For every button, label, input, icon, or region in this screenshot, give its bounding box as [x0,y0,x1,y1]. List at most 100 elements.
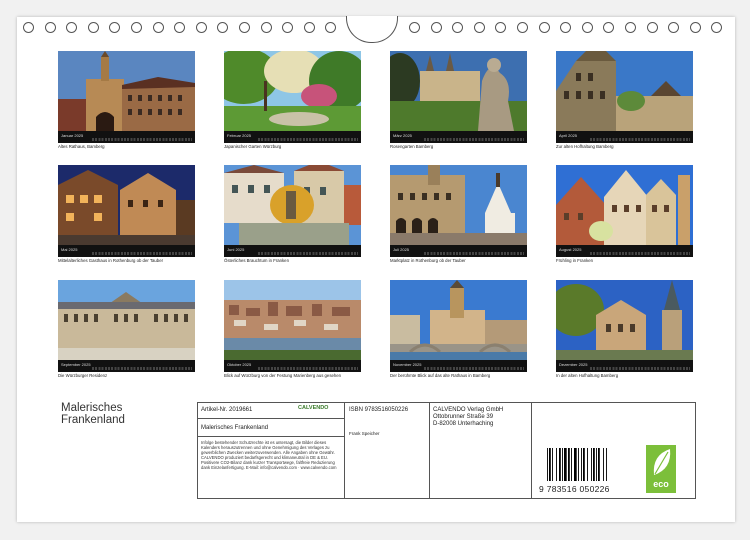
month-caption: Marktplatz in Rothenburg ob der Tauber [390,258,466,263]
binding-hole [325,22,337,33]
publisher-line-1: CALVENDO Verlag GmbH [433,407,504,413]
day-cells [92,367,192,370]
photo-hofhaltung-dezember [556,280,693,360]
legal-disclaimer: Infolge bestehender Schutzrechte ist es … [201,440,337,470]
month-label: Februar 2025 [227,133,252,138]
day-cells [424,252,524,255]
binding-hole [174,22,186,33]
barcode-bar [559,448,561,481]
month-thumbnail[interactable]: März 2025 Rosengarten Bamberg [390,51,527,150]
month-caption: Mittelalterliches Gasthaus in Rothenburg… [58,258,164,263]
month-caption: Rosengarten Bamberg [390,144,434,149]
day-cells [92,138,192,141]
binding-hole [409,22,420,33]
binding-holes-left [23,22,343,36]
photo-altes-rathaus [58,51,195,131]
binding-hole [152,22,164,33]
binding-hole [517,22,528,33]
binding-hole [303,22,315,33]
binding-hole [689,22,701,33]
month-label: Oktober 2025 [227,362,252,367]
barcode-bar [568,448,570,481]
binding-hole [603,22,615,33]
month-caption: Japanischer Garten Würzburg [224,144,282,149]
binding-hole [66,22,78,33]
photo-hofhaltung [556,51,693,131]
barcode-bar [603,448,604,481]
month-strip: Juni 2025 [224,245,361,257]
month-label: September 2025 [61,362,91,367]
month-label: Juni 2025 [227,247,245,252]
barcode-bar [547,448,548,481]
photo-gasthaus-rothenburg [58,165,195,245]
eco-badge: eco [646,445,676,493]
barcode-bar [556,448,557,481]
calendar-back-page: Januar 2025 Altes Rathaus, Bamberg Febru… [17,16,735,522]
photo-fruehling [556,165,693,245]
binding-hole [195,22,207,33]
barcode [547,448,607,481]
month-thumbnail[interactable]: August 2025 Frühling in Franken [556,165,693,264]
binding-hole [473,22,485,33]
month-strip: März 2025 [390,131,527,143]
month-caption: Der berühmte Blick auf das alte Rathaus … [390,373,491,378]
leaf-icon [653,449,671,475]
month-thumbnail[interactable]: November 2025 Der berühmte Blick auf das… [390,280,527,379]
month-thumbnail[interactable]: Dezember 2025 In der alten Hofhaltung Ba… [556,280,693,379]
month-thumbnail[interactable]: Mai 2025 Mittelalterliches Gasthaus in R… [58,165,195,264]
barcode-bar [606,448,607,481]
barcode-bar [571,448,572,481]
binding-hole [23,22,34,33]
month-label: Januar 2025 [61,133,84,138]
binding-hole [452,22,464,33]
binding-hole [646,22,658,33]
month-caption: In der alten Hofhaltung Bamberg [556,373,619,378]
month-thumbnail[interactable]: Juli 2025 Marktplatz in Rothenburg ob de… [390,165,527,264]
binding-hole [495,22,507,33]
month-label: Juli 2025 [393,247,410,252]
divider [198,436,344,437]
divider [429,403,430,498]
month-caption: Zur alten Hofhaltung Bamberg [556,144,614,149]
barcode-bar [552,448,553,481]
photo-japanischer-garten [224,51,361,131]
barcode-bar [583,448,585,481]
divider [344,403,345,498]
publisher-line-3: D-82008 Unterhaching [433,421,494,427]
month-thumbnail[interactable]: Februar 2025 Japanischer Garten Würzburg [224,51,361,150]
month-thumbnail[interactable]: Juni 2025 Österliches Brauchtum in Frank… [224,165,361,264]
calendar-title: Malerisches Frankenland [61,402,125,426]
month-thumbnail[interactable]: Oktober 2025 Blick auf Würzburg von der … [224,280,361,379]
day-cells [258,138,358,141]
calendar-title-line-2: Frankenland [61,414,125,426]
month-strip: August 2025 [556,245,693,257]
photo-osterbrunnen [224,165,361,245]
binding-hole [87,22,99,33]
month-strip: Mai 2025 [58,245,195,257]
binding-hole [668,22,680,33]
binding-hole [44,22,56,33]
photo-residenz [58,280,195,360]
publisher-line-2: Ottobrunner Straße 39 [433,414,494,420]
divider [531,403,532,498]
month-label: Mai 2025 [61,247,78,252]
article-number: Artikel-Nr. 2019661 [201,407,253,413]
month-label: April 2025 [559,133,578,138]
day-cells [258,252,358,255]
barcode-bar [581,448,582,481]
binding-hole [260,22,272,33]
barcode-number: 9 783516 050226 [539,484,610,494]
month-thumbnail[interactable]: April 2025 Zur alten Hofhaltung Bamberg [556,51,693,150]
binding-hole [217,22,229,33]
day-cells [590,138,690,141]
photo-rosengarten [390,51,527,131]
photo-wuerzburg-panorama [224,280,361,360]
month-caption: Frühling in Franken [556,258,594,263]
month-thumbnail[interactable]: Januar 2025 Altes Rathaus, Bamberg [58,51,195,150]
calvendo-logo: CALVENDO [298,405,329,411]
day-cells [590,252,690,255]
month-strip: Juli 2025 [390,245,527,257]
month-thumbnail[interactable]: September 2025 Die Würzburger Residenz [58,280,195,379]
month-strip: September 2025 [58,360,195,372]
barcode-bar [574,448,577,481]
